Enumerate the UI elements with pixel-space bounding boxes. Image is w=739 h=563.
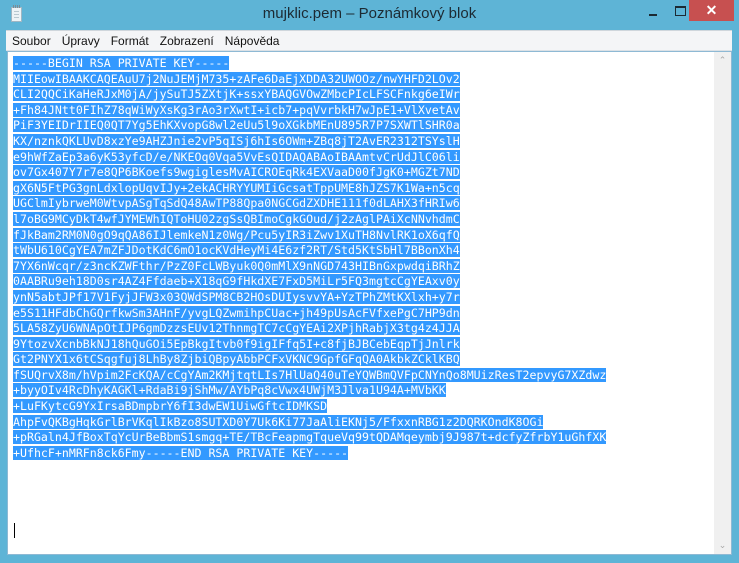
selected-text: 5LA58ZyU6WNApOtIJP6gmDzzsEUv12ThnmgTC7cC… [13,321,460,336]
minimize-icon [649,13,657,16]
menu-bar: Soubor Úpravy Formát Zobrazení Nápověda [6,30,732,51]
selected-text: 9YtozvXcnbBkNJ18hQuGOi5EpBkgItvb0f9igIFf… [13,336,460,351]
window-title: mujklic.pem – Poznámkový blok [262,5,477,22]
scroll-down-button[interactable]: ⌄ [714,537,731,554]
text-content[interactable]: -----BEGIN RSA PRIVATE KEY----- MIIEowIBA… [13,56,711,554]
title-bar[interactable]: mujklic.pem – Poznámkový blok ✕ [0,0,739,30]
selected-text: -----BEGIN RSA PRIVATE KEY----- [13,56,230,70]
menu-format[interactable]: Formát [105,34,154,48]
text-line: +UfhcF+nMRFn8ck6Fmy-----END RSA PRIVATE … [13,445,711,462]
maximize-icon [674,5,686,16]
chevron-down-icon: ⌄ [718,540,727,550]
menu-zobrazeni[interactable]: Zobrazení [154,34,219,48]
text-line: 0AABRu9eh18D0sr4AZ4Ffdaeb+X18qG9fHkdXE7F… [13,274,711,290]
text-line: e9hWfZaEp3a6yK53yfcD/e/NKEOq0Vqa5VvEsQID… [13,149,711,166]
chevron-up-icon: ⌃ [718,55,727,65]
selected-text: UGClmIybrweM0WtvpASgTqSdQ48AwTP88Qpa0NGC… [13,196,460,211]
text-line: fSUQrvX8m/hVpim2FcKQA/cCgYAm2KMjtqtLIs7H… [13,367,711,384]
notepad-window: mujklic.pem – Poznámkový blok ✕ Soubor Ú… [0,0,739,563]
text-line: UGClmIybrweM0WtvpASgTqSdQ48AwTP88Qpa0NGC… [13,196,711,212]
selected-text: l7oBG9MCyDkT4wfJYMEWhIQToHU02zgSsQBImoCg… [13,211,460,226]
text-line: KX/nznkQKLUvD8xzYe9AHZJnie2vP5qISj6hIs6O… [13,133,711,150]
menu-soubor[interactable]: Soubor [6,34,56,48]
selected-text: ov7Gx407Y7r7e8QP6BKoefs9wgiglesMvAICROEq… [13,165,460,180]
text-line: +pRGaln4JfBoxTqYcUrBeBbmS1smgq+TE/TBcFea… [13,430,711,446]
text-line: PiF3YEIDrIIEQ0QT7Yg5EhKXvopG8wl2eUu5l9oX… [13,118,711,134]
text-line: Gt2PNYX1x6tCSqgfuj8LhBy8ZjbiQBpyAbbPCFxV… [13,352,711,368]
text-line: MIIEowIBAAKCAQEAuU7j2NuJEMjM735+zAFe6DaE… [13,71,711,88]
selected-text: +Fh84JNtt0FIhZ78qWiWyXsKg3rAo3rXwtI+icb7… [13,102,460,117]
selected-text: fJkBam2RM0N0gO9qQA86IJlemkeN1z0Wg/Pcu5yI… [13,227,460,242]
close-icon: ✕ [705,2,718,18]
selected-text: e9hWfZaEp3a6yK53yfcD/e/NKEOq0Vqa5VvEsQID… [13,149,460,164]
text-line: tWbU610CgYEA7mZFJDotKdC6mO1ocKVdHeyMi4E6… [13,243,711,259]
text-line: AhpFvQKBgHqkGrlBrVKqlIkBzo8SUTXD0Y7Uk6Ki… [13,414,711,431]
text-line: +Fh84JNtt0FIhZ78qWiWyXsKg3rAo3rXwtI+icb7… [13,102,711,119]
selected-text: +LuFKytcG9YxIrsaBDmpbrY6fI3dwEW1UiwGftcI… [13,399,328,414]
selected-text: AhpFvQKBgHqkGrlBrVKqlIkBzo8SUTXD0Y7Uk6Ki… [13,414,544,429]
menu-upravy[interactable]: Úpravy [56,34,105,48]
text-line: l7oBG9MCyDkT4wfJYMEWhIQToHU02zgSsQBImoCg… [13,211,711,228]
selected-text: e5S11HFdbChGQrfkwSm3AHnF/yvgLQZwmihpCUac… [13,305,460,320]
text-line: 9YtozvXcnbBkNJ18hQuGOi5EpBkgItvb0f9igIFf… [13,336,711,353]
selected-text: CLI2QQCiKaHeRJxM0jA/jySuTJ5ZXtjK+ssxYBAQ… [13,87,460,102]
minimize-button[interactable] [640,0,666,21]
text-editor[interactable]: -----BEGIN RSA PRIVATE KEY----- MIIEowIBA… [7,51,732,555]
text-line: 5LA58ZyU6WNApOtIJP6gmDzzsEUv12ThnmgTC7cC… [13,321,711,337]
selected-text: 7YX6nWcqr/z3ncKZWFthr/PzZ0FcLWByuk0Q0mMl… [13,258,460,273]
text-line: CLI2QQCiKaHeRJxM0jA/jySuTJ5ZXtjK+ssxYBAQ… [13,87,711,103]
selected-text: MIIEowIBAAKCAQEAuU7j2NuJEMjM735+zAFe6DaE… [13,71,460,86]
selected-text: KX/nznkQKLUvD8xzYe9AHZJnie2vP5qISj6hIs6O… [13,133,460,148]
selected-text: 0AABRu9eh18D0sr4AZ4Ffdaeb+X18qG9fHkdXE7F… [13,274,460,289]
selected-text: +byyOIv4RcDhyKAGKl+RdaBi9jShMw/AYbPq8cVw… [13,383,446,398]
text-line: ov7Gx407Y7r7e8QP6BKoefs9wgiglesMvAICROEq… [13,165,711,181]
text-line: fJkBam2RM0N0gO9qQA86IJlemkeN1z0Wg/Pcu5yI… [13,227,711,244]
text-caret [14,523,15,538]
text-line: e5S11HFdbChGQrfkwSm3AHnF/yvgLQZwmihpCUac… [13,305,711,322]
selected-text: PiF3YEIDrIIEQ0QT7Yg5EhKXvopG8wl2eUu5l9oX… [13,118,460,133]
text-line: +byyOIv4RcDhyKAGKl+RdaBi9jShMw/AYbPq8cVw… [13,383,711,399]
selected-text: gX6N5FtPG3gnLdxlopUqvIJy+2ekACHRYYUMIiGc… [13,180,460,195]
vertical-scrollbar[interactable]: ⌃ ⌄ [714,52,731,554]
scroll-up-button[interactable]: ⌃ [714,52,731,69]
selected-text: tWbU610CgYEA7mZFJDotKdC6mO1ocKVdHeyMi4E6… [13,243,460,258]
text-line: gX6N5FtPG3gnLdxlopUqvIJy+2ekACHRYYUMIiGc… [13,180,711,197]
menu-napoveda[interactable]: Nápověda [219,34,285,48]
text-line: ynN5abtJPf17V1FyjJFW3x03QWdSPM8CB2HOsDUI… [13,289,711,306]
text-line: +LuFKytcG9YxIrsaBDmpbrY6fI3dwEW1UiwGftcI… [13,399,711,415]
selected-text: +UfhcF+nMRFn8ck6Fmy-----END RSA PRIVATE … [13,445,349,460]
selected-text: +pRGaln4JfBoxTqYcUrBeBbmS1smgq+TE/TBcFea… [13,430,607,445]
selected-text: Gt2PNYX1x6tCSqgfuj8LhBy8ZjbiQBpyAbbPCFxV… [13,352,460,367]
selected-text: ynN5abtJPf17V1FyjJFW3x03QWdSPM8CB2HOsDUI… [13,289,460,304]
text-line: 7YX6nWcqr/z3ncKZWFthr/PzZ0FcLWByuk0Q0mMl… [13,258,711,275]
selected-text: fSUQrvX8m/hVpim2FcKQA/cCgYAm2KMjtqtLIs7H… [13,367,607,382]
close-button[interactable]: ✕ [689,0,734,21]
text-line: -----BEGIN RSA PRIVATE KEY----- [13,56,711,72]
